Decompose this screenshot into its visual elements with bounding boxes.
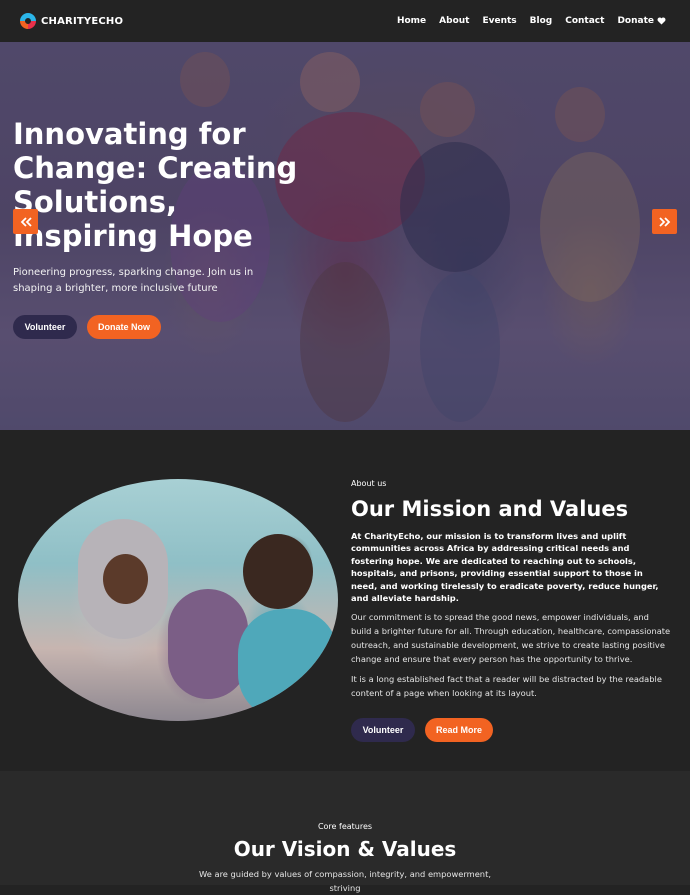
brand-logo[interactable]: CHARITYECHO <box>19 12 123 30</box>
nav-home-link[interactable]: Home <box>397 16 426 26</box>
nav-donate-label: Donate <box>617 16 654 26</box>
chevron-double-left-icon <box>20 216 32 227</box>
chevron-double-right-icon <box>658 216 670 227</box>
about-buttons: Volunteer Read More <box>351 718 671 743</box>
hero-subtitle: Pioneering progress, sparking change. Jo… <box>13 267 254 294</box>
nav-contact-link[interactable]: Contact <box>565 16 604 26</box>
about-title: Our Mission and Values <box>351 497 629 521</box>
hero-buttons: Volunteer Donate Now <box>13 315 303 339</box>
nav-events-link[interactable]: Events <box>482 16 516 26</box>
hero-volunteer-button[interactable]: Volunteer <box>13 315 77 339</box>
read-more-button[interactable]: Read More <box>425 718 493 743</box>
about-lead: At CharityEcho, our mission is to transf… <box>351 531 659 604</box>
nav-about-link[interactable]: About <box>439 16 469 26</box>
brand-name: CHARITYECHO <box>41 15 124 27</box>
hero-title: Innovating for Change: Creating Solution… <box>13 117 298 253</box>
nav-blog-link[interactable]: Blog <box>530 16 553 26</box>
about-section: About us Our Mission and Values At Chari… <box>0 430 690 771</box>
about-eyebrow: About us <box>351 479 387 488</box>
hero-next-button[interactable] <box>652 209 677 234</box>
hero-prev-button[interactable] <box>13 209 38 234</box>
about-children-image <box>18 479 338 721</box>
hero-section: Innovating for Change: Creating Solution… <box>0 42 690 430</box>
core-eyebrow: Core features <box>317 822 373 831</box>
navbar: CHARITYECHO Home About Events Blog Conta… <box>0 0 690 42</box>
about-extra: It is a long established fact that a rea… <box>351 674 662 699</box>
nav-donate-link[interactable]: Donate <box>617 16 666 26</box>
core-title: Our Vision & Values <box>233 837 457 861</box>
hero-donate-button[interactable]: Donate Now <box>87 315 161 339</box>
about-text: About us Our Mission and Values At Chari… <box>351 479 671 743</box>
core-features-section: Core features Our Vision & Values We are… <box>0 771 690 893</box>
core-subtitle: We are guided by values of compassion, i… <box>199 869 491 893</box>
about-volunteer-button[interactable]: Volunteer <box>351 718 415 743</box>
heart-icon <box>657 17 666 25</box>
hero-content: Innovating for Change: Creating Solution… <box>13 117 303 339</box>
about-body: Our commitment is to spread the good new… <box>351 612 671 665</box>
logo-icon <box>20 13 36 29</box>
main-menu: Home About Events Blog Contact Donate <box>397 16 666 26</box>
